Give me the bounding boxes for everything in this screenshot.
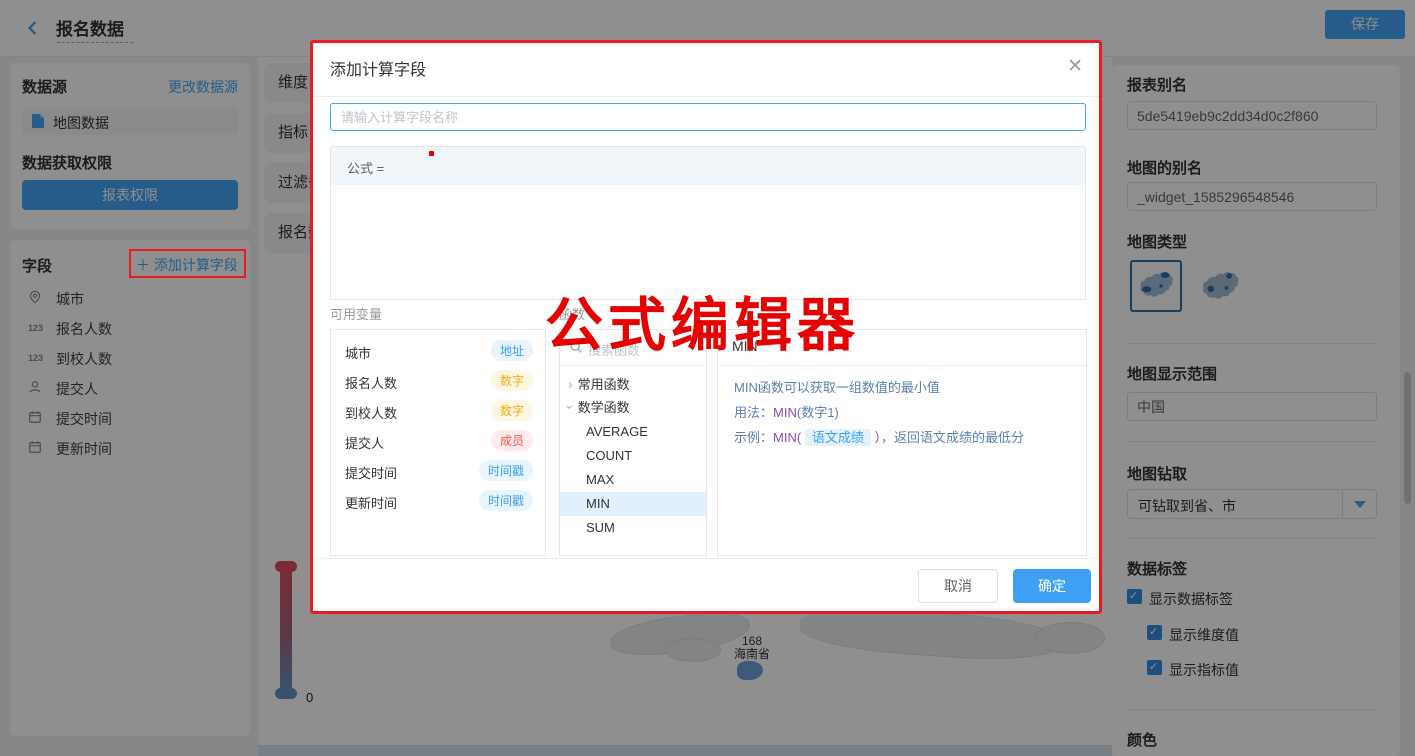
formula-label: 公式 = <box>347 158 384 177</box>
variable-type-tag: 时间戳 <box>479 490 533 511</box>
function-doc-panel: MIN MIN函数可以获取一组数值的最小值 用法：MIN(数字1) 示例：MIN… <box>717 329 1087 556</box>
variable-row[interactable]: 报名人数 数字 <box>331 366 545 396</box>
variable-name: 提交人 <box>345 433 384 452</box>
function-item-count[interactable]: COUNT <box>560 444 706 468</box>
doc-example: 示例：MIN( 语文成绩 ），返回语文成绩的最低分 <box>734 425 1070 450</box>
function-item-min[interactable]: MIN <box>560 492 706 516</box>
chevron-right-icon: › <box>568 376 573 392</box>
variable-type-tag: 数字 <box>491 370 533 391</box>
tree-group-label: 数学函数 <box>578 400 630 415</box>
calc-field-name-input[interactable] <box>330 103 1086 131</box>
formula-editor[interactable]: 公式 = <box>330 146 1086 300</box>
variable-type-tag: 成员 <box>491 430 533 451</box>
annotation-dot <box>429 151 434 156</box>
variable-name: 更新时间 <box>345 493 397 512</box>
variable-row[interactable]: 提交时间 时间戳 <box>331 456 545 486</box>
variable-row[interactable]: 到校人数 数字 <box>331 396 545 426</box>
close-icon[interactable]: ✕ <box>1067 55 1083 78</box>
doc-body: MIN函数可以获取一组数值的最小值 用法：MIN(数字1) 示例：MIN( 语文… <box>734 375 1070 450</box>
tree-group-math-functions[interactable]: ›数学函数 <box>568 397 630 420</box>
app-root: 报名数据 保存 数据源 更改数据源 地图数据 数据获取权限 报表权限 字段 ＋ … <box>0 0 1415 756</box>
annotation-text: 公式编辑器 <box>545 294 860 358</box>
confirm-button[interactable]: 确定 <box>1013 569 1091 603</box>
variable-name: 到校人数 <box>345 403 397 422</box>
formula-header: 公式 = <box>331 147 1085 185</box>
cancel-button[interactable]: 取消 <box>918 569 998 603</box>
divider <box>718 365 1086 366</box>
variables-panel: 城市 地址 报名人数 数字 到校人数 数字 提交人 成员 提交时间 时间戳 更新… <box>330 329 546 556</box>
variable-type-tag: 地址 <box>491 340 533 361</box>
tree-group-label: 常用函数 <box>578 377 630 392</box>
function-item-average[interactable]: AVERAGE <box>560 420 706 444</box>
function-item-sum[interactable]: SUM <box>560 516 706 540</box>
doc-usage-rest: (数字1) <box>797 405 839 420</box>
chevron-down-icon: › <box>562 405 578 410</box>
variable-type-tag: 数字 <box>491 400 533 421</box>
doc-usage-fn: MIN <box>773 405 797 420</box>
doc-example-fn: MIN( <box>773 430 801 445</box>
variable-name: 城市 <box>345 343 371 362</box>
doc-description: MIN函数可以获取一组数值的最小值 <box>734 375 1070 400</box>
tree-group-common-functions[interactable]: › 常用函数 <box>568 374 630 397</box>
modal-title: 添加计算字段 <box>330 56 426 80</box>
variables-title: 可用变量 <box>330 304 382 323</box>
variable-name: 报名人数 <box>345 373 397 392</box>
variable-type-tag: 时间戳 <box>479 460 533 481</box>
variable-row[interactable]: 更新时间 时间戳 <box>331 486 545 516</box>
annotation-highlight-box <box>129 249 246 278</box>
function-item-max[interactable]: MAX <box>560 468 706 492</box>
functions-panel: 搜索函数 ›常用函数 ›数学函数 AVERAGE COUNT MAX MIN S… <box>559 329 707 556</box>
variable-row[interactable]: 城市 地址 <box>331 336 545 366</box>
doc-example-field-pill: 语文成绩 <box>805 429 871 446</box>
variable-row[interactable]: 提交人 成员 <box>331 426 545 456</box>
doc-usage: 用法：MIN(数字1) <box>734 400 1070 425</box>
doc-example-rest: ，返回语文成绩的最低分 <box>881 430 1024 445</box>
variable-name: 提交时间 <box>345 463 397 482</box>
divider <box>313 96 1099 97</box>
divider <box>313 558 1099 559</box>
doc-usage-prefix: 用法： <box>734 405 773 420</box>
doc-example-prefix: 示例： <box>734 430 773 445</box>
